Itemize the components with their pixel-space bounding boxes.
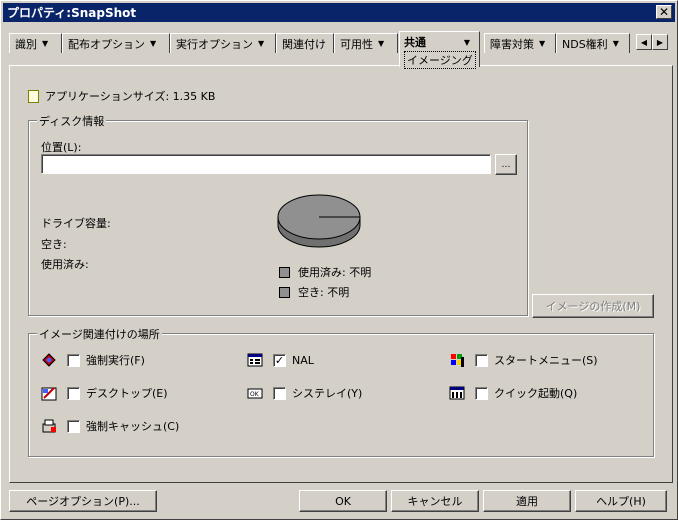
disk-info-legend: ディスク情報 <box>37 113 107 129</box>
tab-availability[interactable]: 可用性 ▼ <box>334 33 398 53</box>
desktop-icon <box>41 385 57 401</box>
location-label: 位置(L): <box>41 141 82 154</box>
tab-associations[interactable]: 関連付け <box>276 33 334 53</box>
nal-checkbox[interactable]: ✓ <box>273 353 286 367</box>
force-cache-option[interactable]: 強制キャッシュ(C) <box>41 417 179 435</box>
document-icon <box>28 89 39 103</box>
free-space-label: 空き: <box>41 238 67 251</box>
tab-run-options[interactable]: 実行オプション ▼ <box>170 33 276 53</box>
force-cache-icon <box>41 418 57 434</box>
start-menu-icon <box>449 352 465 368</box>
quick-launch-icon <box>449 385 465 401</box>
tab-panel: アプリケーションサイズ: 1.35 KB ディスク情報 位置(L): … ドライ… <box>9 65 673 483</box>
location-input[interactable] <box>41 154 491 174</box>
drive-capacity-label: ドライブ容量: <box>41 217 111 230</box>
tab-label: 識別 <box>15 37 37 51</box>
tab-label: 実行オプション <box>176 37 253 51</box>
nal-label: NAL <box>292 353 314 367</box>
dropdown-arrow-icon: ▼ <box>463 37 470 47</box>
application-size-text: アプリケーションサイズ: 1.35 KB <box>45 90 216 103</box>
pie-legend-free: 空き: 不明 <box>279 284 349 300</box>
desktop-option[interactable]: デスクトップ(E) <box>41 384 168 402</box>
browse-icon: … <box>501 159 511 170</box>
system-tray-checkbox[interactable] <box>273 386 286 400</box>
tab-label: 障害対策 <box>490 37 534 51</box>
create-image-button[interactable]: イメージの作成(M) <box>532 294 654 318</box>
disk-usage-pie-chart <box>277 194 361 248</box>
dropdown-arrow-icon: ▼ <box>612 39 619 48</box>
nal-icon <box>247 352 263 368</box>
dropdown-arrow-icon: ▼ <box>539 39 546 48</box>
force-run-checkbox[interactable] <box>67 353 80 367</box>
image-association-group: イメージ関連付けの場所 強制実行(F) ✓ NAL スタートメニュー(S) デス… <box>28 326 654 457</box>
dropdown-arrow-icon: ▼ <box>42 39 49 48</box>
tab-sub-label: イメージング <box>404 51 476 69</box>
ok-button[interactable]: OK <box>299 490 387 512</box>
arrow-left-icon: ◀ <box>640 37 648 47</box>
tab-label: 配布オプション <box>68 37 145 51</box>
tab-scroll-right-button[interactable]: ▶ <box>652 34 668 50</box>
pie-legend-used-text: 使用済み: 不明 <box>298 266 372 279</box>
tab-scroller: ◀ ▶ <box>636 34 668 50</box>
properties-window: プロパティ:SnapShot ✕ 識別 ▼ 配布オプション ▼ 実行オプション ▼ 関… <box>0 0 678 520</box>
close-button[interactable]: ✕ <box>656 5 672 19</box>
system-tray-option[interactable]: OK システレイ(Y) <box>247 384 362 402</box>
system-tray-icon: OK <box>247 385 263 401</box>
tab-strip: 識別 ▼ 配布オプション ▼ 実行オプション ▼ 関連付け 可用性 ▼ 共通 ▼ イメージ… <box>9 31 673 69</box>
tab-scroll-left-button[interactable]: ◀ <box>636 34 652 50</box>
free-swatch <box>279 286 290 298</box>
tab-label: NDS権利 <box>562 37 608 51</box>
disk-info-group: ディスク情報 位置(L): … ドライブ容量: 空き: 使用済み: 使用済み: … <box>28 113 528 316</box>
start-menu-label: スタートメニュー(S) <box>494 354 598 367</box>
force-run-icon <box>41 352 57 368</box>
used-swatch <box>279 266 290 278</box>
force-cache-checkbox[interactable] <box>67 419 80 433</box>
dropdown-arrow-icon: ▼ <box>378 39 385 48</box>
tab-common[interactable]: 共通 ▼ イメージング <box>399 31 480 69</box>
tab-label: 関連付け <box>282 37 326 51</box>
svg-text:OK: OK <box>250 391 260 398</box>
tab-nds-rights[interactable]: NDS権利 ▼ <box>556 33 630 53</box>
used-space-label: 使用済み: <box>41 258 89 271</box>
quick-launch-checkbox[interactable] <box>475 386 488 400</box>
application-size: アプリケーションサイズ: 1.35 KB <box>28 88 215 104</box>
apply-button[interactable]: 適用 <box>483 490 571 512</box>
tab-distribution-options[interactable]: 配布オプション ▼ <box>62 33 170 53</box>
nal-option[interactable]: ✓ NAL <box>247 351 314 369</box>
tab-identification[interactable]: 識別 ▼ <box>9 33 62 53</box>
start-menu-checkbox[interactable] <box>475 353 488 367</box>
desktop-label: デスクトップ(E) <box>86 387 168 400</box>
cancel-button[interactable]: キャンセル <box>391 490 479 512</box>
pie-legend-free-text: 空き: 不明 <box>298 286 350 299</box>
pie-legend-used: 使用済み: 不明 <box>279 264 371 280</box>
arrow-right-icon: ▶ <box>656 37 664 47</box>
force-run-label: 強制実行(F) <box>86 354 145 367</box>
quick-launch-label: クイック起動(Q) <box>494 387 578 400</box>
tab-label: 共通 <box>404 36 426 49</box>
quick-launch-option[interactable]: クイック起動(Q) <box>449 384 577 402</box>
dropdown-arrow-icon: ▼ <box>150 39 157 48</box>
title-bar[interactable]: プロパティ:SnapShot ✕ <box>3 3 675 22</box>
help-button[interactable]: ヘルプ(H) <box>575 490 667 512</box>
window-title: プロパティ:SnapShot <box>7 6 137 20</box>
force-run-option[interactable]: 強制実行(F) <box>41 351 145 369</box>
image-association-legend: イメージ関連付けの場所 <box>37 326 162 342</box>
close-icon: ✕ <box>658 5 670 19</box>
force-cache-label: 強制キャッシュ(C) <box>86 420 180 433</box>
dropdown-arrow-icon: ▼ <box>258 39 265 48</box>
desktop-checkbox[interactable] <box>67 386 80 400</box>
browse-button[interactable]: … <box>495 154 517 175</box>
tab-fault-tolerance[interactable]: 障害対策 ▼ <box>484 33 556 53</box>
start-menu-option[interactable]: スタートメニュー(S) <box>449 351 598 369</box>
system-tray-label: システレイ(Y) <box>292 387 363 400</box>
tab-label: 可用性 <box>340 37 373 51</box>
page-options-button[interactable]: ページオプション(P)... <box>9 490 157 512</box>
